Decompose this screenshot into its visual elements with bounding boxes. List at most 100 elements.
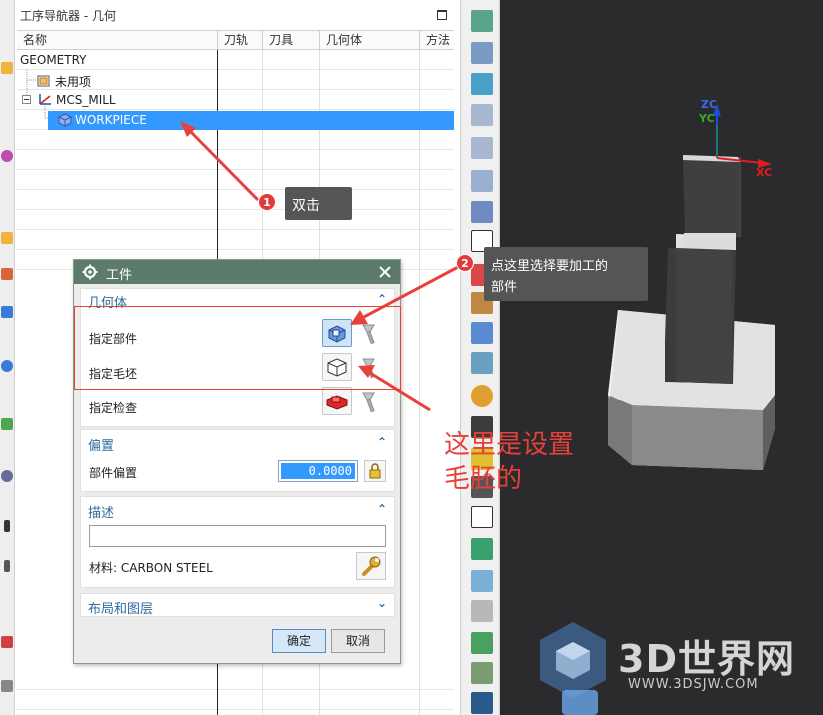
tool-icon-13[interactable] (471, 385, 493, 407)
part-offset-label: 部件偏置 (89, 466, 138, 480)
tool-icon-23[interactable] (471, 692, 493, 714)
resource-icon-3[interactable] (1, 232, 13, 244)
dialog-title: 工件 (106, 268, 133, 283)
tool-icon-3[interactable] (471, 73, 493, 95)
resource-icon-1[interactable] (1, 62, 13, 74)
tool-icon-5[interactable] (471, 137, 493, 159)
column-name[interactable]: 名称 (17, 31, 217, 50)
watermark-url: WWW.3DSJW.COM (628, 677, 759, 692)
axis-label-yc: YC (699, 112, 715, 125)
expand-chevron-icon[interactable]: ⌄ (377, 596, 387, 610)
collapse-chevron-icon[interactable]: ⌃ (377, 435, 387, 449)
grid-row (17, 170, 454, 190)
navigator-title: 工序导航器 - 几何 (20, 9, 116, 23)
left-resource-bar (0, 0, 15, 715)
axis-label-zc: ZC (701, 98, 718, 111)
step-badge-2: 2 (456, 254, 474, 272)
tree-item-unused[interactable]: 未用项 (55, 73, 91, 90)
mcs-icon (39, 94, 51, 105)
callout-select-part-line1: 点这里选择要加工的 (491, 259, 609, 274)
offset-section-header[interactable]: 偏置 (88, 435, 114, 454)
description-section: 描述 ⌃ 材料: CARBON STEEL (80, 496, 395, 588)
column-divider (419, 50, 420, 715)
blank-note-line2: 毛胚的 (444, 464, 523, 494)
part-offset-input[interactable]: 0.0000 (278, 460, 358, 482)
description-section-header[interactable]: 描述 (88, 502, 114, 521)
resource-icon-8[interactable] (1, 470, 13, 482)
callout-double-click-text: 双击 (292, 198, 320, 214)
cancel-button[interactable]: 取消 (331, 629, 385, 653)
part-model-3d (608, 104, 775, 470)
dialog-titlebar[interactable]: 工件 (74, 260, 400, 284)
specify-check-button[interactable] (322, 387, 352, 415)
description-input[interactable] (89, 525, 386, 547)
specify-check-label: 指定检查 (89, 401, 138, 415)
workpiece-icon (58, 113, 72, 127)
layout-section-header[interactable]: 布局和图层 (88, 598, 153, 617)
callout-double-click: 双击 (285, 187, 352, 220)
resource-icon-9[interactable] (4, 520, 10, 532)
tool-icon-20[interactable] (471, 600, 493, 622)
settings-gear-icon[interactable] (82, 264, 98, 280)
tool-icon-1[interactable] (471, 10, 493, 32)
tree-item-mcs-mill[interactable]: MCS_MILL (56, 93, 116, 107)
navigator-column-header: 名称 刀轨 刀具 几何体 方法 (17, 30, 454, 50)
blank-note-line1: 这里是设置 (444, 430, 575, 460)
material-button[interactable] (356, 552, 386, 580)
lock-icon (369, 463, 381, 479)
column-tool[interactable]: 刀具 (262, 31, 319, 50)
watermark-brand: 3D世界网 (618, 637, 795, 681)
resource-icon-11[interactable] (1, 636, 13, 648)
resource-icon-7[interactable] (1, 418, 13, 430)
vertical-toolbar (460, 0, 500, 715)
grid-row (17, 210, 454, 230)
resource-icon-10[interactable] (4, 560, 10, 572)
resource-icon-2[interactable] (1, 150, 13, 162)
close-icon[interactable] (379, 266, 391, 278)
collapse-icon[interactable] (22, 95, 32, 105)
grid-row (17, 230, 454, 250)
grid-row (17, 130, 454, 150)
show-check-button[interactable] (356, 387, 386, 415)
axis-label-xc: XC (756, 166, 773, 179)
collapse-chevron-icon[interactable]: ⌃ (377, 502, 387, 516)
column-method[interactable]: 方法 (419, 31, 454, 50)
ok-button[interactable]: 确定 (272, 629, 326, 653)
check-geometry-icon (326, 395, 348, 410)
highlight-box (74, 306, 401, 390)
grid-row (17, 150, 454, 170)
resource-icon-6[interactable] (1, 360, 13, 372)
wrench-icon (362, 556, 381, 576)
lock-button[interactable] (364, 460, 386, 482)
tool-icon-2[interactable] (471, 42, 493, 64)
tool-icon-12[interactable] (471, 352, 493, 374)
maximize-icon[interactable] (437, 10, 447, 20)
tool-icon-6[interactable] (471, 170, 493, 192)
tool-icon-22[interactable] (471, 662, 493, 684)
graphics-viewport[interactable]: ZC YC XC 3D世界网 WWW.3DSJW.COM (500, 0, 823, 715)
tree-item-geometry[interactable]: GEOMETRY (20, 53, 87, 67)
step-badge-1: 1 (258, 193, 276, 211)
tool-icon-7[interactable] (471, 201, 493, 223)
tree-item-workpiece[interactable]: WORKPIECE (75, 113, 147, 127)
collapse-chevron-icon[interactable]: ⌃ (377, 292, 387, 306)
part-offset-value: 0.0000 (281, 463, 355, 479)
resource-icon-5[interactable] (1, 306, 13, 318)
resource-icon-12[interactable] (1, 680, 13, 692)
flashlight-icon (362, 392, 375, 413)
tool-icon-21[interactable] (471, 632, 493, 654)
tool-icon-4[interactable] (471, 104, 493, 126)
grid-row (17, 190, 454, 210)
tool-icon-11[interactable] (471, 322, 493, 344)
callout-select-part: 点这里选择要加工的 部件 (484, 247, 648, 301)
column-geometry[interactable]: 几何体 (319, 31, 419, 50)
tool-icon-18[interactable] (471, 538, 493, 560)
grid-row (17, 670, 454, 690)
viewport-glow (562, 690, 598, 715)
material-label: 材料: CARBON STEEL (89, 561, 213, 575)
tool-icon-19[interactable] (471, 570, 493, 592)
column-toolpath[interactable]: 刀轨 (217, 31, 262, 50)
resource-icon-4[interactable] (1, 268, 13, 280)
folder-icon (37, 75, 50, 87)
tool-icon-17[interactable] (471, 506, 493, 528)
